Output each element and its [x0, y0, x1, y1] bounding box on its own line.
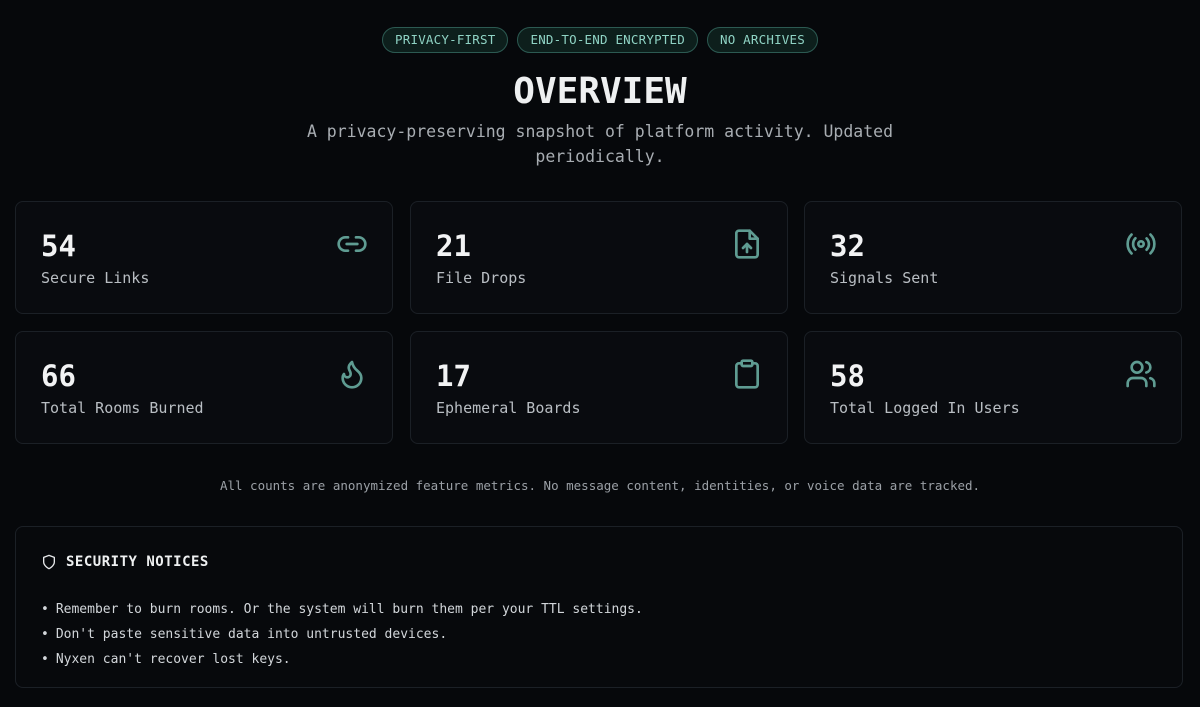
- stat-card-file-drops: 21 File Drops: [410, 201, 788, 314]
- stat-card-logged-in-users: 58 Total Logged In Users: [804, 331, 1182, 444]
- stat-label: Ephemeral Boards: [436, 399, 581, 417]
- stat-value: 17: [436, 359, 471, 393]
- overview-page: PRIVACY-FIRST END-TO-END ENCRYPTED NO AR…: [0, 0, 1200, 707]
- badge-privacy-first: PRIVACY-FIRST: [382, 27, 509, 53]
- stat-card-ephemeral-boards: 17 Ephemeral Boards: [410, 331, 788, 444]
- stat-value: 21: [436, 229, 471, 263]
- stat-label: Total Logged In Users: [830, 399, 1020, 417]
- stat-value: 58: [830, 359, 865, 393]
- page-title: OVERVIEW: [513, 71, 687, 112]
- users-icon: [1125, 358, 1157, 390]
- security-notices-list: • Remember to burn rooms. Or the system w…: [41, 597, 643, 672]
- security-notices-header: SECURITY NOTICES: [41, 554, 209, 570]
- stat-label: File Drops: [436, 269, 527, 287]
- stat-label: Total Rooms Burned: [41, 399, 204, 417]
- clipboard-icon: [731, 358, 763, 390]
- broadcast-icon: [1125, 228, 1157, 260]
- list-item: • Remember to burn rooms. Or the system w…: [41, 602, 643, 617]
- list-item: • Nyxen can't recover lost keys.: [41, 652, 291, 667]
- security-notices-panel: SECURITY NOTICES • Remember to burn rooms…: [15, 526, 1183, 688]
- shield-icon: [43, 554, 55, 570]
- badge-row: PRIVACY-FIRST END-TO-END ENCRYPTED NO AR…: [0, 27, 1200, 53]
- stat-card-signals-sent: 32 Signals Sent: [804, 201, 1182, 314]
- flame-icon: [336, 358, 368, 390]
- stat-label: Signals Sent: [830, 269, 939, 287]
- link-icon: [336, 228, 368, 260]
- notice-text: Nyxen can't recover lost keys.: [55, 652, 291, 667]
- notice-text: Remember to burn rooms. Or the system wi…: [55, 602, 643, 617]
- badge-no-archives: NO ARCHIVES: [706, 27, 818, 53]
- stat-value: 66: [41, 359, 76, 393]
- privacy-note: All counts are anonymized feature metric…: [219, 478, 981, 493]
- notice-text: Don't paste sensitive data into untruste…: [55, 627, 448, 642]
- page-subtitle: A privacy-preserving snapshot of platfor…: [306, 122, 894, 166]
- security-notices-title: SECURITY NOTICES: [66, 554, 209, 570]
- stat-card-secure-links: 54 Secure Links: [15, 201, 393, 314]
- badge-end-to-end-encrypted: END-TO-END ENCRYPTED: [517, 27, 698, 53]
- file-upload-icon: [731, 228, 763, 260]
- stat-label: Secure Links: [41, 269, 150, 287]
- list-item: • Don't paste sensitive data into untrust…: [41, 627, 448, 642]
- stat-card-rooms-burned: 66 Total Rooms Burned: [15, 331, 393, 444]
- stat-value: 54: [41, 229, 76, 263]
- stat-value: 32: [830, 229, 865, 263]
